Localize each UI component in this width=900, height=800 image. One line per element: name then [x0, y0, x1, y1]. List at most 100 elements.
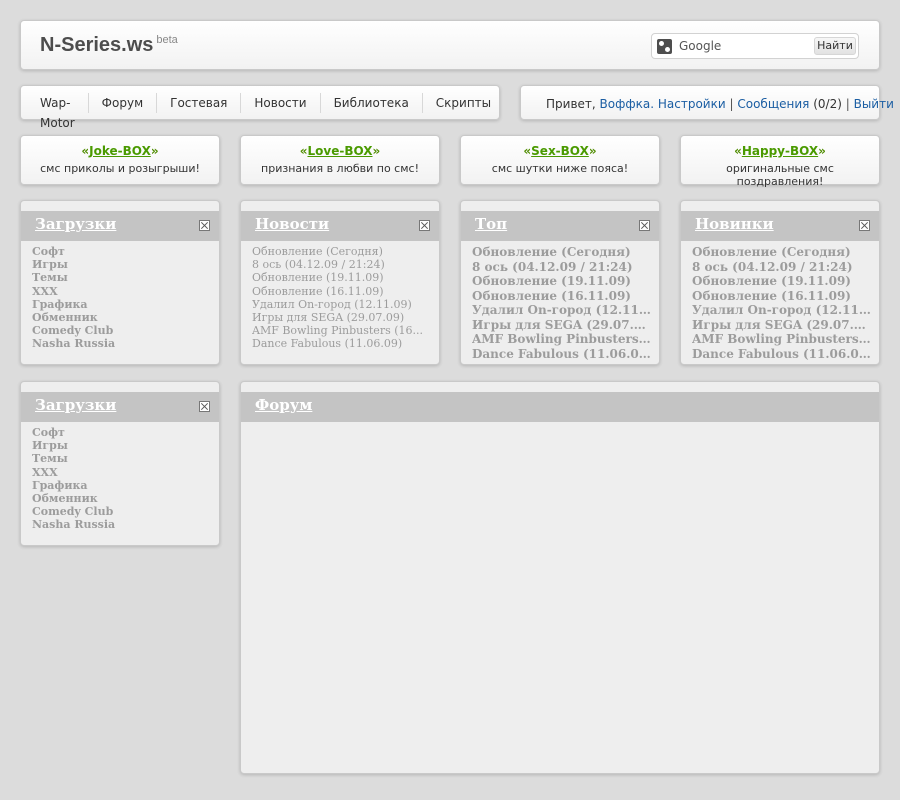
- quote-close: »: [372, 144, 381, 158]
- list-item[interactable]: Удалил On-город (12.11.09): [252, 298, 431, 311]
- list-item[interactable]: 8 ось (04.12.09 / 21:24): [252, 258, 431, 271]
- list-item[interactable]: Обменник: [32, 492, 211, 505]
- downloads-list: Софт Игры Темы XXX Графика Обменник Come…: [32, 426, 211, 532]
- nav-item-news[interactable]: Новости: [240, 92, 319, 113]
- list-item[interactable]: Софт: [32, 426, 211, 439]
- downloads-list: Софт Игры Темы XXX Графика Обменник Come…: [32, 245, 211, 351]
- panel-title-new-items[interactable]: Новинки: [695, 215, 774, 233]
- panel-new-items: Новинки Обновление (Сегодня) 8 ось (04.1…: [680, 200, 880, 365]
- list-item[interactable]: Игры: [32, 439, 211, 452]
- promo-subtitle: оригинальные смс поздравления!: [726, 162, 834, 188]
- promo-subtitle: признания в любви по смс!: [261, 162, 419, 175]
- close-icon[interactable]: [859, 220, 870, 231]
- list-item[interactable]: Удалил On-город (12.11.09): [692, 303, 871, 318]
- panel-header: Форум: [241, 392, 879, 422]
- promo-sex-box: «Sex-BOX» смс шутки ниже пояса!: [460, 135, 660, 185]
- messages-link[interactable]: Сообщения: [737, 97, 809, 111]
- list-item[interactable]: Обновление (Сегодня): [472, 245, 651, 260]
- quote-open: «: [734, 144, 742, 158]
- list-item[interactable]: Графика: [32, 479, 211, 492]
- promo-link-happy-box[interactable]: Happy-BOX: [742, 144, 818, 158]
- main-nav: Wap-Motor Форум Гостевая Новости Библиот…: [20, 85, 500, 130]
- list-item[interactable]: Темы: [32, 271, 211, 284]
- list-item[interactable]: Nasha Russia: [32, 518, 211, 531]
- list-item[interactable]: AMF Bowling Pinbusters (16...: [472, 332, 651, 347]
- list-item[interactable]: Dance Fabulous (11.06.09): [472, 347, 651, 362]
- list-item[interactable]: Игры для SEGA (29.07.09): [472, 318, 651, 333]
- panel-title-forum[interactable]: Форум: [255, 396, 312, 414]
- user-bar: Привет, Воффка. Настройки | Сообщения (0…: [520, 85, 894, 120]
- list-item[interactable]: Dance Fabulous (11.06.09): [252, 337, 431, 350]
- panel-header: Топ: [461, 211, 659, 241]
- list-item[interactable]: Обменник: [32, 311, 211, 324]
- list-item[interactable]: Comedy Club: [32, 324, 211, 337]
- nav-item-library[interactable]: Библиотека: [319, 92, 422, 113]
- news-list: Обновление (Сегодня) 8 ось (04.12.09 / 2…: [252, 245, 431, 351]
- panel-title-downloads[interactable]: Загрузки: [35, 396, 116, 414]
- list-item[interactable]: Обновление (19.11.09): [472, 274, 651, 289]
- panel-title-top[interactable]: Топ: [475, 215, 507, 233]
- panel-title-news[interactable]: Новости: [255, 215, 329, 233]
- close-icon[interactable]: [199, 220, 210, 231]
- list-item[interactable]: Графика: [32, 298, 211, 311]
- site-header: N-Series.wsbeta Найти: [20, 20, 880, 70]
- separator: |: [845, 97, 850, 111]
- list-item[interactable]: Игры для SEGA (29.07.09): [692, 318, 871, 333]
- top-list: Обновление (Сегодня) 8 ось (04.12.09 / 2…: [472, 245, 651, 361]
- list-item[interactable]: AMF Bowling Pinbusters (16...: [252, 324, 431, 337]
- promo-happy-box: «Happy-BOX» оригинальные смс поздравлени…: [680, 135, 880, 188]
- list-item[interactable]: Софт: [32, 245, 211, 258]
- list-item[interactable]: Темы: [32, 452, 211, 465]
- panel-title-downloads[interactable]: Загрузки: [35, 215, 116, 233]
- settings-link[interactable]: Настройки: [658, 97, 726, 111]
- list-item[interactable]: 8 ось (04.12.09 / 21:24): [472, 260, 651, 275]
- nav-item-forum[interactable]: Форум: [87, 92, 156, 113]
- close-icon[interactable]: [419, 220, 430, 231]
- username-link[interactable]: Воффка.: [600, 97, 655, 111]
- new-items-list: Обновление (Сегодня) 8 ось (04.12.09 / 2…: [692, 245, 871, 361]
- list-item[interactable]: Игры: [32, 258, 211, 271]
- list-item[interactable]: Обновление (16.11.09): [252, 285, 431, 298]
- list-item[interactable]: Dance Fabulous (11.06.09): [692, 347, 871, 362]
- list-item[interactable]: 8 ось (04.12.09 / 21:24): [692, 260, 871, 275]
- nav-item-wap-motor[interactable]: Wap-Motor: [27, 93, 88, 130]
- list-item[interactable]: XXX: [32, 285, 211, 298]
- list-item[interactable]: Обновление (16.11.09): [472, 289, 651, 304]
- nav-item-guestbook[interactable]: Гостевая: [156, 92, 240, 113]
- close-icon[interactable]: [199, 401, 210, 412]
- quote-close: »: [150, 144, 159, 158]
- promo-joke-box: «Joke-BOX» смс приколы и розыгрыши!: [20, 135, 220, 185]
- list-item[interactable]: Обновление (19.11.09): [692, 274, 871, 289]
- panel-header: Загрузки: [21, 392, 219, 422]
- list-item[interactable]: Обновление (19.11.09): [252, 271, 431, 284]
- greeting-text: Привет,: [546, 97, 596, 111]
- list-item[interactable]: Обновление (Сегодня): [692, 245, 871, 260]
- promo-subtitle: смс шутки ниже пояса!: [491, 162, 629, 175]
- panel-header: Новости: [241, 211, 439, 241]
- promo-link-sex-box[interactable]: Sex-BOX: [531, 144, 589, 158]
- site-logo[interactable]: N-Series.ws beta: [40, 34, 178, 57]
- quote-close: »: [818, 144, 826, 158]
- panel-forum: Форум: [240, 381, 880, 774]
- quote-open: «: [81, 144, 90, 158]
- google-icon: [657, 39, 672, 54]
- list-item[interactable]: Игры для SEGA (29.07.09): [252, 311, 431, 324]
- list-item[interactable]: AMF Bowling Pinbusters (16...: [692, 332, 871, 347]
- list-item[interactable]: Nasha Russia: [32, 337, 211, 350]
- promo-link-love-box[interactable]: Love-BOX: [307, 144, 372, 158]
- list-item[interactable]: XXX: [32, 466, 211, 479]
- list-item[interactable]: Обновление (16.11.09): [692, 289, 871, 304]
- close-icon[interactable]: [639, 220, 650, 231]
- search-button[interactable]: Найти: [814, 37, 856, 55]
- list-item[interactable]: Обновление (Сегодня): [252, 245, 431, 258]
- quote-open: «: [523, 144, 532, 158]
- logout-link[interactable]: Выйти: [854, 97, 894, 111]
- search-input[interactable]: [679, 38, 809, 54]
- list-item[interactable]: Comedy Club: [32, 505, 211, 518]
- list-item[interactable]: Удалил On-город (12.11.09): [472, 303, 651, 318]
- promo-link-joke-box[interactable]: Joke-BOX: [89, 144, 151, 158]
- panel-news: Новости Обновление (Сегодня) 8 ось (04.1…: [240, 200, 440, 365]
- nav-item-scripts[interactable]: Скрипты: [421, 92, 504, 113]
- panel-downloads: Загрузки Софт Игры Темы XXX Графика Обме…: [20, 200, 220, 365]
- search-box: Найти: [651, 33, 859, 59]
